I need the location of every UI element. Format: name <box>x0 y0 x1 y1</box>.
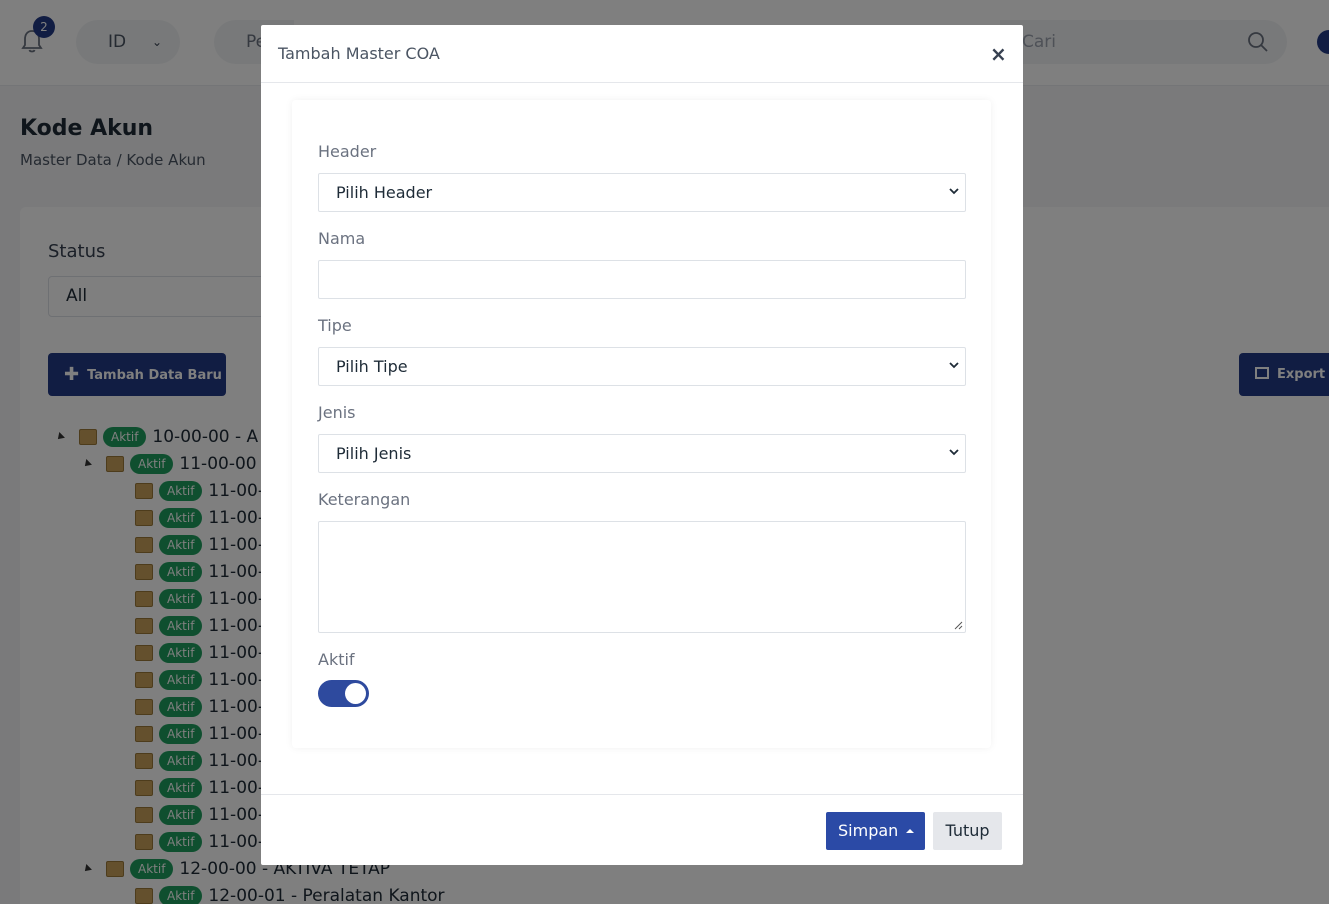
header-select-value: Pilih Header <box>336 183 433 202</box>
tipe-select[interactable]: Pilih Tipe <box>318 347 966 386</box>
chevron-down-icon <box>949 174 959 195</box>
chevron-down-icon <box>949 348 959 369</box>
keterangan-label: Keterangan <box>318 490 411 509</box>
save-label: Simpan <box>838 821 899 840</box>
nama-input[interactable] <box>318 260 966 299</box>
aktif-label: Aktif <box>318 650 355 669</box>
save-button[interactable]: Simpan <box>826 812 925 850</box>
nama-label: Nama <box>318 229 366 248</box>
modal-header: Tambah Master COA × <box>261 25 1023 83</box>
caret-up-icon <box>906 829 915 833</box>
modal-title: Tambah Master COA <box>278 44 440 63</box>
resize-handle-icon[interactable] <box>953 620 963 630</box>
header-select[interactable]: Pilih Header <box>318 173 966 212</box>
close-button[interactable]: Tutup <box>933 812 1002 850</box>
modal-footer: Simpan Tutup <box>261 794 1023 865</box>
jenis-select-value: Pilih Jenis <box>336 444 412 463</box>
toggle-knob <box>345 683 366 704</box>
chevron-down-icon <box>949 435 959 456</box>
add-coa-modal: Tambah Master COA × Header Pilih Header … <box>261 25 1023 865</box>
tipe-label: Tipe <box>318 316 352 335</box>
close-icon[interactable]: × <box>990 42 1007 66</box>
header-label: Header <box>318 142 377 161</box>
tipe-select-value: Pilih Tipe <box>336 357 408 376</box>
keterangan-textarea[interactable] <box>318 521 966 633</box>
jenis-select[interactable]: Pilih Jenis <box>318 434 966 473</box>
jenis-label: Jenis <box>318 403 356 422</box>
aktif-toggle[interactable] <box>318 680 369 707</box>
